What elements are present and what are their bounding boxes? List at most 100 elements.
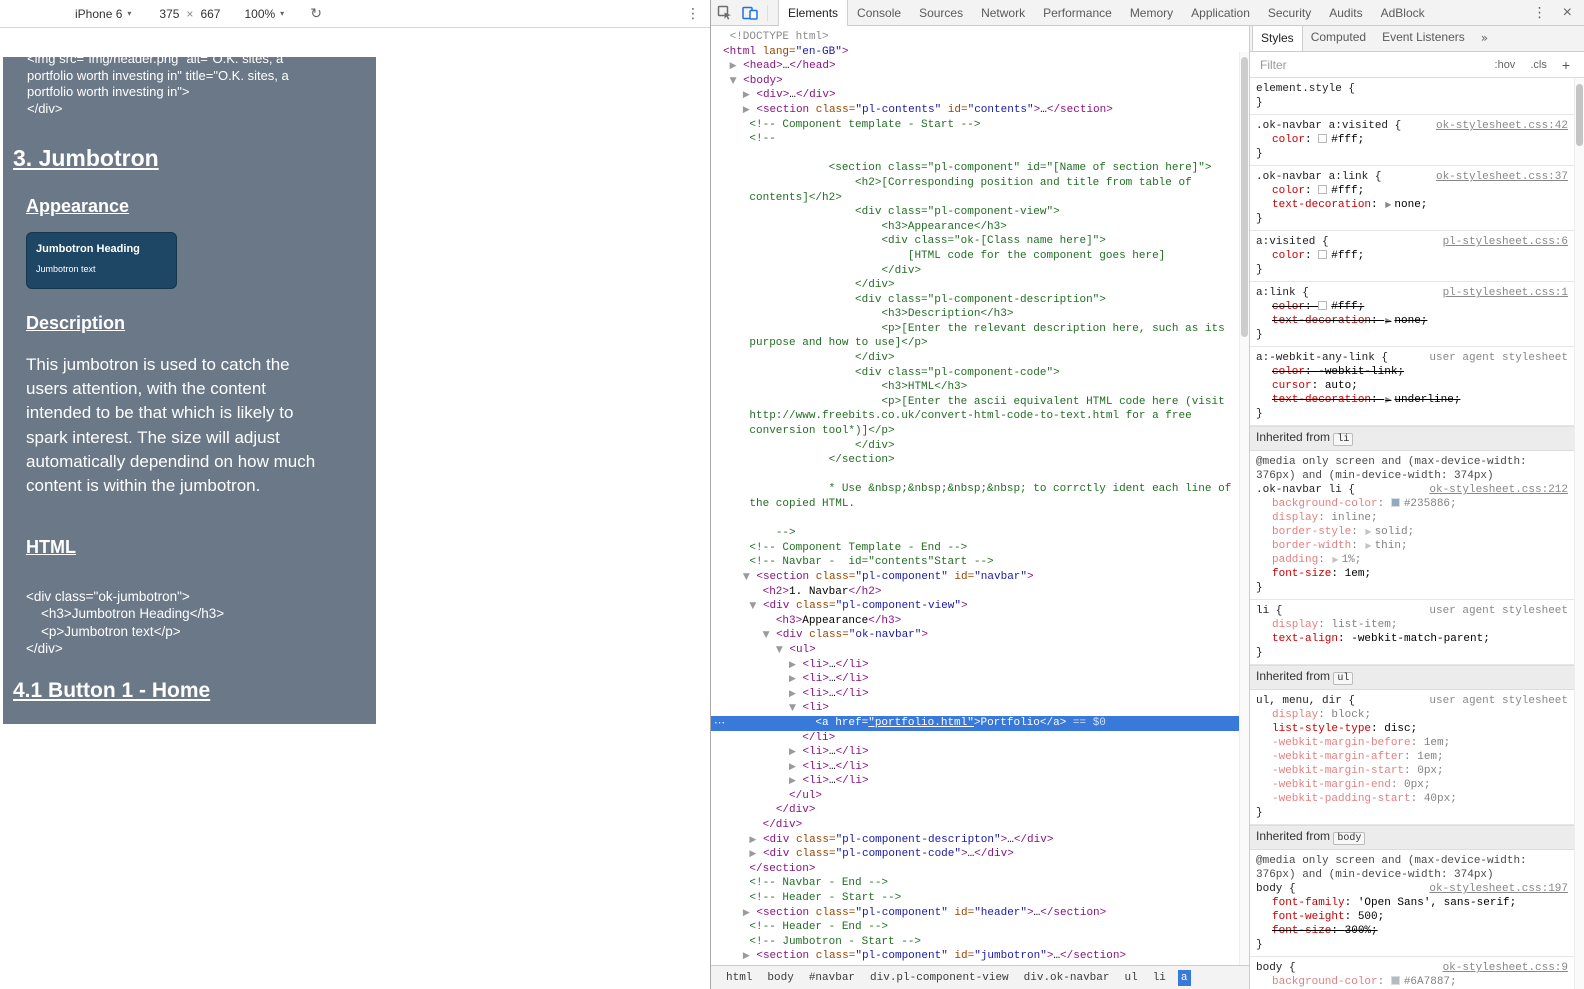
toggle-class-button[interactable]: .cls (1530, 59, 1547, 71)
css-property[interactable]: font-size: 1em; (1256, 567, 1568, 581)
breadcrumb-item-div-ok-navbar[interactable]: div.ok-navbar (1021, 970, 1113, 986)
dom-node-line[interactable] (711, 512, 1249, 527)
stylesheet-link[interactable]: pl-stylesheet.css:6 (1443, 235, 1568, 249)
devtools-tab-network[interactable]: Network (972, 0, 1034, 26)
dom-node-line[interactable]: <!-- Header - Start --> (711, 891, 1249, 906)
scrollbar-thumb[interactable] (1241, 57, 1248, 337)
dom-node-line[interactable]: </div> (711, 264, 1249, 279)
dom-node-line[interactable]: <p>[Enter the relevant description here,… (711, 322, 1249, 337)
dom-node-line[interactable]: <div class="pl-component-description"> (711, 293, 1249, 308)
color-swatch[interactable] (1318, 134, 1328, 143)
css-property[interactable]: background-color: #6A7887; (1256, 975, 1568, 989)
devtools-tab-elements[interactable]: Elements (778, 0, 849, 26)
device-toolbar-toggle-icon[interactable] (737, 0, 763, 25)
dom-node-line[interactable]: ▶ <li>…</li> (711, 672, 1249, 687)
dom-node-line[interactable]: ▼ <div class="ok-navbar"> (711, 628, 1249, 643)
stylesheet-link[interactable]: ok-stylesheet.css:42 (1436, 119, 1568, 133)
devtools-tab-console[interactable]: Console (848, 0, 910, 26)
color-swatch[interactable] (1390, 498, 1400, 507)
disclosure-arrow-icon[interactable]: ▶ (789, 689, 796, 699)
dom-node-line[interactable]: [HTML code for the component goes here] (711, 249, 1249, 264)
dom-node-line[interactable]: <h2>1. Navbar</h2> (711, 585, 1249, 600)
expand-value-arrow-icon[interactable]: ▶ (1365, 527, 1371, 536)
breadcrumb-item-body[interactable]: body (764, 970, 796, 986)
disclosure-arrow-icon[interactable]: ▶ (743, 90, 750, 100)
scrollbar-thumb[interactable] (1576, 84, 1583, 146)
dom-node-line[interactable]: </li> (711, 731, 1249, 746)
dom-node-line[interactable]: ▶ <li>…</li> (711, 745, 1249, 760)
rule-selector[interactable]: .ok-navbar a:link (1256, 171, 1368, 183)
devtools-tab-sources[interactable]: Sources (910, 0, 972, 26)
dom-node-line[interactable]: ▼ <div class="pl-component-view"> (711, 599, 1249, 614)
color-swatch[interactable] (1390, 976, 1400, 985)
dom-node-line[interactable]: ▶ <div class="pl-component-code">…</div> (711, 847, 1249, 862)
dom-node-line[interactable]: --> (711, 526, 1249, 541)
disclosure-arrow-icon[interactable]: ▶ (730, 61, 737, 71)
devtools-tab-memory[interactable]: Memory (1121, 0, 1182, 26)
disclosure-arrow-icon[interactable]: ▶ (789, 660, 796, 670)
inspect-element-icon[interactable] (711, 0, 737, 25)
dom-node-line[interactable]: <h3>HTML</h3> (711, 380, 1249, 395)
selected-dom-node[interactable]: ⋯ <a href="portfolio.html">Portfolio</a>… (711, 715, 1249, 731)
dom-node-line[interactable]: * Use &nbsp;&nbsp;&nbsp;&nbsp; to corrct… (711, 482, 1249, 497)
css-property[interactable]: color: #fff; (1256, 184, 1568, 198)
zoom-select[interactable]: 100% ▾ (244, 7, 284, 21)
node-link[interactable]: body (1333, 832, 1366, 845)
css-property[interactable]: font-weight: 500; (1256, 910, 1568, 924)
css-property[interactable]: font-size: 300%; (1256, 924, 1568, 938)
dom-node-line[interactable]: </div> (711, 278, 1249, 293)
rule-selector[interactable]: body (1256, 962, 1282, 974)
dom-node-line[interactable]: ▶ <li>…</li> (711, 658, 1249, 673)
dom-node-line[interactable]: <h3>Appearance</h3> (711, 614, 1249, 629)
dom-node-line[interactable]: ▶ <section class="pl-component" id="head… (711, 906, 1249, 921)
rule-selector[interactable]: element.style (1256, 83, 1342, 95)
dom-node-line[interactable]: </div> (711, 803, 1249, 818)
disclosure-arrow-icon[interactable]: ▶ (743, 908, 750, 918)
breadcrumb-item-li[interactable]: li (1150, 970, 1169, 986)
dom-node-line[interactable]: <html lang="en-GB"> (711, 45, 1249, 60)
breadcrumb-item-div-pl-component-view[interactable]: div.pl-component-view (867, 970, 1012, 986)
css-property[interactable]: color: #fff; (1256, 300, 1568, 314)
dom-node-line[interactable] (711, 147, 1249, 162)
styles-scrollbar[interactable] (1574, 78, 1584, 989)
breadcrumb-item-html[interactable]: html (723, 970, 755, 986)
dom-node-line[interactable]: <h2>[Corresponding position and title fr… (711, 176, 1249, 191)
dom-node-line[interactable]: <!-- Navbar - id="contents"Start --> (711, 555, 1249, 570)
dom-node-line[interactable]: <!-- Component Template - End --> (711, 541, 1249, 556)
devtools-tab-application[interactable]: Application (1182, 0, 1259, 26)
dom-node-line[interactable]: <div class="ok-[Class name here]"> (711, 234, 1249, 249)
css-property[interactable]: display: block; (1256, 708, 1568, 722)
dom-node-line[interactable]: <!-- (711, 132, 1249, 147)
new-style-rule-button[interactable]: + (1562, 57, 1570, 73)
viewport-width-input[interactable]: 375 (159, 7, 179, 21)
disclosure-arrow-icon[interactable]: ▼ (730, 76, 737, 86)
color-swatch[interactable] (1318, 185, 1328, 194)
dom-node-line[interactable]: ▶ <section class="pl-component" id="jumb… (711, 949, 1249, 964)
rule-selector[interactable]: ul, menu, dir (1256, 695, 1342, 707)
dom-node-line[interactable]: <h3>Appearance</h3> (711, 220, 1249, 235)
css-property[interactable]: -webkit-margin-start: 0px; (1256, 764, 1568, 778)
dom-node-line[interactable]: <!-- Component template - Start --> (711, 118, 1249, 133)
css-property[interactable]: text-align: -webkit-match-parent; (1256, 632, 1568, 646)
rule-selector[interactable]: .ok-navbar li (1256, 484, 1342, 496)
dom-node-line[interactable]: <h3>Description</h3> (711, 307, 1249, 322)
disclosure-arrow-icon[interactable]: ▶ (743, 105, 750, 115)
css-property[interactable]: list-style-type: disc; (1256, 722, 1568, 736)
disclosure-arrow-icon[interactable]: ▼ (763, 630, 770, 640)
node-link[interactable]: ul (1333, 672, 1354, 685)
devtools-tab-audits[interactable]: Audits (1320, 0, 1371, 26)
disclosure-arrow-icon[interactable]: ▼ (776, 645, 783, 655)
breadcrumb-item-ul[interactable]: ul (1121, 970, 1140, 986)
breadcrumb-item-navbar[interactable]: #navbar (806, 970, 858, 986)
dom-node-line[interactable]: ▶ <div class="pl-component-descripton">…… (711, 833, 1249, 848)
disclosure-arrow-icon[interactable]: ▼ (789, 703, 796, 713)
dom-node-line[interactable]: <!-- Jumbotron - End --> (711, 964, 1249, 965)
dom-node-line[interactable]: <!-- Jumbotron - Start --> (711, 935, 1249, 950)
css-property[interactable]: -webkit-margin-end: 0px; (1256, 778, 1568, 792)
rule-selector[interactable]: body (1256, 883, 1282, 895)
dom-node-line[interactable]: </section> (711, 453, 1249, 468)
rule-selector[interactable]: .ok-navbar a:visited (1256, 120, 1388, 132)
elements-scrollbar[interactable] (1239, 52, 1249, 965)
dom-node-line[interactable]: ▼ <li> (711, 701, 1249, 716)
styles-tab-event-listeners[interactable]: Event Listeners (1374, 25, 1473, 51)
